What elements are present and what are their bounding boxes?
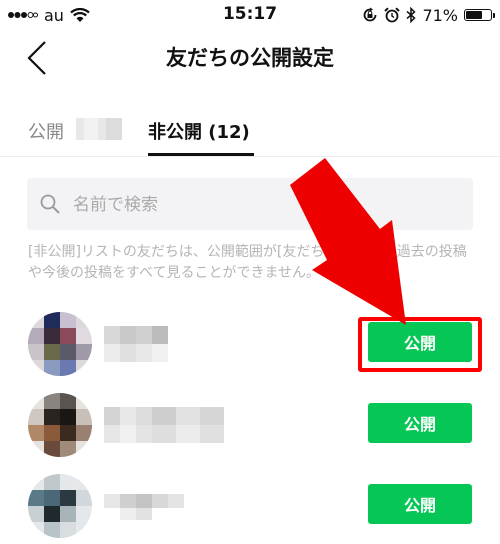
rotation-lock-icon bbox=[364, 7, 377, 22]
avatar bbox=[28, 393, 92, 457]
bluetooth-icon bbox=[406, 7, 417, 23]
search-input[interactable] bbox=[71, 178, 465, 232]
status-right: 71% bbox=[362, 5, 495, 25]
tab-count-blur bbox=[76, 118, 122, 140]
avatar bbox=[28, 312, 92, 376]
public-button[interactable]: 公開 bbox=[368, 403, 472, 443]
highlight-box bbox=[358, 317, 482, 372]
battery-percent: 71% bbox=[422, 5, 458, 25]
tab-public[interactable]: 公開 bbox=[28, 118, 64, 144]
tab-private-label: 非公開 (12) bbox=[148, 122, 250, 143]
search-icon bbox=[40, 194, 60, 214]
page-title: 友だちの公開設定 bbox=[166, 46, 334, 70]
alarm-icon bbox=[384, 7, 401, 23]
info-text: [非公開]リストの友だちは、公開範囲が[友だち]や[公開]の過去の投稿や今後の投… bbox=[28, 244, 467, 281]
status-bar: au 15:17 71% bbox=[0, 0, 500, 30]
name-blur bbox=[104, 488, 184, 528]
name-blur bbox=[104, 407, 224, 447]
header: 友だちの公開設定 bbox=[0, 30, 500, 86]
public-button[interactable]: 公開 bbox=[368, 484, 472, 524]
name-blur bbox=[104, 326, 168, 366]
tab-public-label: 公開 bbox=[28, 122, 64, 143]
friend-row: 公開 bbox=[0, 474, 500, 544]
battery-level bbox=[466, 11, 482, 19]
tab-private[interactable]: 非公開 (12) bbox=[148, 118, 250, 144]
battery-icon bbox=[464, 9, 495, 21]
friend-row: 公開 bbox=[0, 393, 500, 463]
tab-divider bbox=[0, 156, 500, 157]
search-box[interactable] bbox=[27, 178, 473, 232]
avatar bbox=[28, 474, 92, 538]
